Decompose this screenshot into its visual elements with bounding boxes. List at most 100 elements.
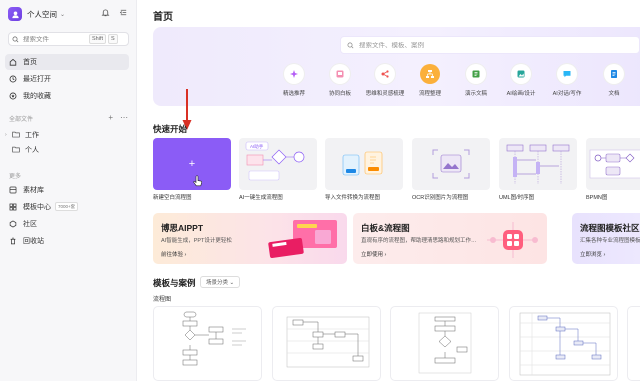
category-label: 思维和灵感梳理	[365, 91, 405, 97]
plus-icon: +	[188, 158, 196, 170]
template-card[interactable]	[509, 306, 618, 381]
banner-title: 博思AIPPT	[161, 223, 204, 233]
clock-icon	[9, 75, 17, 83]
sidebar-nav: 首页 最近打开 我的收藏	[5, 54, 129, 105]
template-card[interactable]	[153, 306, 262, 381]
category-label: 演示文稿	[464, 91, 487, 97]
template-icon	[9, 203, 17, 210]
category-row: 精选推荐 协同白板 思维和灵感梳理 流程整理 演示文稿 AI绘画/设计 AI对话…	[153, 64, 640, 106]
category-label: 协同白板	[328, 91, 351, 97]
ai-tag: AI助手	[250, 143, 264, 150]
category-label: AI对话/写作	[552, 91, 582, 97]
sidebar-item-library[interactable]: 素材库	[5, 181, 129, 198]
flowchart-icon	[426, 70, 434, 78]
sidebar-search[interactable]: Shift S	[8, 32, 129, 46]
tree-item-work[interactable]: › 工作	[5, 127, 129, 142]
library-icon	[9, 186, 17, 193]
banner-title: 白板&流程图	[361, 223, 410, 233]
uml-sequence-card[interactable]	[499, 138, 577, 190]
document-icon	[611, 70, 617, 78]
tree-item-personal[interactable]: 个人	[5, 142, 129, 157]
tree-item-label: 个人	[25, 146, 39, 154]
collapse-sidebar-icon[interactable]	[119, 8, 128, 17]
flowchart-illustration	[487, 222, 538, 258]
new-blank-flowchart-card[interactable]: +	[153, 138, 231, 190]
ocr-image-card[interactable]	[412, 138, 490, 190]
category-label: AI绘画/设计	[506, 91, 536, 97]
banner-link[interactable]: 前往体验 ›	[161, 250, 186, 258]
more-icon[interactable]: ⋯	[120, 113, 128, 122]
sidebar-item-label: 模板中心	[23, 203, 51, 211]
quick-card-label: OCR识别图片为流程图	[412, 195, 469, 201]
sidebar-item-trash[interactable]: 回收站	[5, 232, 129, 249]
chevron-right-icon[interactable]: ›	[5, 132, 12, 138]
dropdown-label: 场景分类 ⌄	[206, 280, 235, 286]
flowchart-subheading: 流程图	[153, 297, 172, 303]
search-icon	[12, 36, 19, 42]
hero-search-input[interactable]	[359, 41, 609, 49]
add-icon[interactable]: +	[108, 113, 113, 122]
banner-subtitle: 直观有序的流程图，帮助理清思路和规划工作…	[361, 238, 477, 244]
hero-search[interactable]	[340, 36, 640, 54]
whiteboard-icon	[336, 70, 344, 78]
sidebar-item-favorites[interactable]: 我的收藏	[5, 88, 129, 104]
ocr-scan-preview	[432, 149, 470, 179]
sidebar: 个人空间 ⌄ Shift S 首页 最近打开 我的收藏 全部文件 + ⋯	[0, 0, 137, 381]
tree-item-label: 工作	[25, 131, 39, 139]
templates-heading: 模板与案例	[153, 278, 196, 288]
template-thumbnail	[286, 316, 370, 368]
ai-paint-icon	[517, 70, 525, 78]
template-thumbnail	[182, 311, 246, 366]
sidebar-item-recent[interactable]: 最近打开	[5, 71, 129, 87]
template-card[interactable]	[627, 306, 640, 381]
banner-link[interactable]: 立即浏览 ›	[580, 250, 605, 258]
banner-title: 流程图模板社区	[580, 223, 640, 233]
template-card[interactable]	[272, 306, 381, 381]
banner-subtitle: 汇集各种专业流程图模板…	[580, 238, 640, 244]
sidebar-item-label: 首页	[23, 59, 37, 66]
shortcut-key-s: S	[108, 34, 118, 44]
sidebar-item-label: 回收站	[23, 237, 44, 245]
quick-start-heading: 快速开始	[153, 124, 188, 134]
template-card[interactable]	[390, 306, 499, 381]
avatar	[8, 7, 22, 21]
category-label: 流程整理	[418, 91, 441, 97]
hero-panel: 精选推荐 协同白板 思维和灵感梳理 流程整理 演示文稿 AI绘画/设计	[153, 27, 640, 106]
folder-icon	[12, 146, 20, 153]
user-icon	[11, 10, 19, 18]
quick-card-label: 新建空白流程图	[153, 195, 192, 201]
quick-card-label: AI一键生成流程图	[239, 195, 283, 201]
sidebar-item-label: 最近打开	[23, 76, 51, 83]
search-icon	[347, 42, 354, 48]
ai-generate-flowchart-card[interactable]: AI助手	[239, 138, 317, 190]
banner-link[interactable]: 立即使用 ›	[361, 250, 386, 258]
scene-category-dropdown[interactable]: 场景分类 ⌄	[200, 276, 241, 288]
sidebar-item-home[interactable]: 首页	[5, 54, 129, 70]
category-project[interactable]: 项	[627, 64, 640, 97]
bpmn-card[interactable]	[586, 138, 640, 190]
template-community-banner[interactable]: 流程图模板社区 汇集各种专业流程图模板… 立即浏览 ›	[572, 213, 640, 264]
home-icon	[9, 58, 17, 66]
space-switcher[interactable]: 个人空间 ⌄	[8, 7, 130, 21]
template-thumbnail	[519, 312, 611, 376]
aippt-banner[interactable]: 博思AIPPT AI智能生成，PPT设计更轻松 前往体验 ›	[153, 213, 347, 264]
page-title: 首页	[153, 12, 173, 23]
search-input[interactable]	[23, 35, 87, 43]
sidebar-item-label: 素材库	[23, 186, 44, 194]
sidebar-item-templates[interactable]: 模板中心 7000+套	[5, 198, 129, 215]
ai-flowchart-preview: AI助手	[245, 141, 305, 181]
quick-card-label: 导入文件转换为流程图	[325, 195, 381, 201]
cursor-hand-icon	[193, 175, 203, 187]
folder-icon	[12, 131, 20, 138]
whiteboard-flowchart-banner[interactable]: 白板&流程图 直观有序的流程图，帮助理清思路和规划工作… 立即使用 ›	[353, 213, 547, 264]
presentation-icon	[472, 70, 480, 78]
import-file-card[interactable]	[325, 138, 403, 190]
quick-card-label: BPMN图	[586, 195, 608, 201]
bpmn-preview	[589, 149, 640, 179]
more-heading: 更多	[9, 174, 22, 180]
category-label: 精选推荐	[282, 91, 305, 97]
bell-icon[interactable]	[101, 8, 110, 17]
community-icon	[9, 220, 17, 227]
trash-icon	[10, 237, 16, 244]
sidebar-item-community[interactable]: 社区	[5, 215, 129, 232]
